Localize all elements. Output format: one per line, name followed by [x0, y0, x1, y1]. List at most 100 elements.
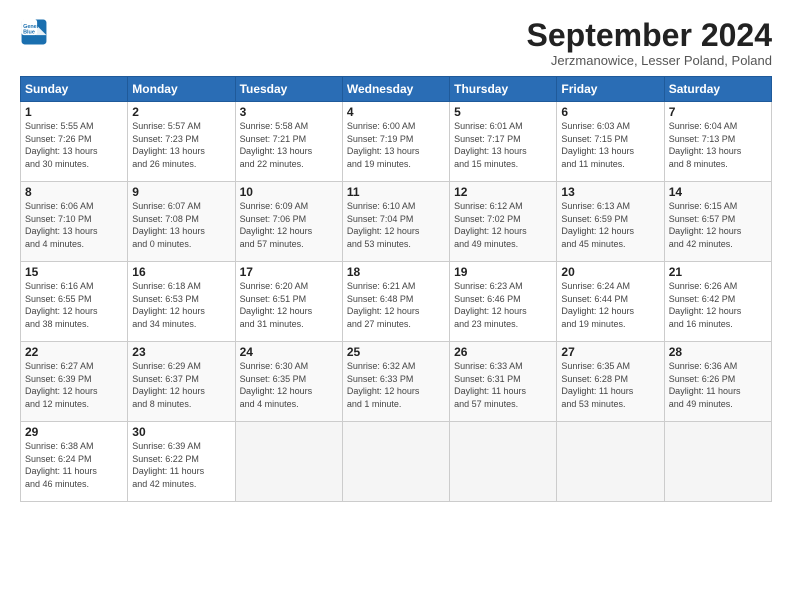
col-friday: Friday	[557, 77, 664, 102]
day-info-line: Daylight: 13 hours	[132, 146, 205, 156]
day-number: 28	[669, 345, 767, 359]
day-number: 11	[347, 185, 445, 199]
table-row	[450, 422, 557, 502]
day-info-line: Sunrise: 6:07 AM	[132, 201, 201, 211]
day-info-line: Sunrise: 6:12 AM	[454, 201, 523, 211]
day-info: Sunrise: 6:20 AMSunset: 6:51 PMDaylight:…	[240, 280, 338, 330]
table-row: 13Sunrise: 6:13 AMSunset: 6:59 PMDayligh…	[557, 182, 664, 262]
day-info-line: Sunset: 6:59 PM	[561, 214, 628, 224]
day-number: 5	[454, 105, 552, 119]
page: General Blue September 2024 Jerzmanowice…	[0, 0, 792, 612]
day-info-line: Daylight: 12 hours	[132, 386, 205, 396]
table-row: 14Sunrise: 6:15 AMSunset: 6:57 PMDayligh…	[664, 182, 771, 262]
day-info-line: Sunrise: 6:23 AM	[454, 281, 523, 291]
day-info: Sunrise: 6:30 AMSunset: 6:35 PMDaylight:…	[240, 360, 338, 410]
day-info-line: Sunrise: 6:36 AM	[669, 361, 738, 371]
day-info-line: Daylight: 13 hours	[25, 146, 98, 156]
day-info-line: Sunset: 6:53 PM	[132, 294, 199, 304]
day-info: Sunrise: 5:55 AMSunset: 7:26 PMDaylight:…	[25, 120, 123, 170]
day-info: Sunrise: 6:12 AMSunset: 7:02 PMDaylight:…	[454, 200, 552, 250]
day-number: 24	[240, 345, 338, 359]
day-number: 3	[240, 105, 338, 119]
day-info-line: Daylight: 12 hours	[561, 306, 634, 316]
title-block: September 2024 Jerzmanowice, Lesser Pola…	[527, 18, 772, 68]
day-info-line: and 22 minutes.	[240, 159, 304, 169]
day-info-line: Sunrise: 6:16 AM	[25, 281, 94, 291]
day-info-line: Sunrise: 6:29 AM	[132, 361, 201, 371]
day-info: Sunrise: 6:06 AMSunset: 7:10 PMDaylight:…	[25, 200, 123, 250]
day-number: 4	[347, 105, 445, 119]
day-info: Sunrise: 5:58 AMSunset: 7:21 PMDaylight:…	[240, 120, 338, 170]
day-info-line: Sunset: 6:33 PM	[347, 374, 414, 384]
day-info-line: Sunset: 7:21 PM	[240, 134, 307, 144]
day-info-line: Sunrise: 5:57 AM	[132, 121, 201, 131]
day-info-line: Daylight: 12 hours	[669, 226, 742, 236]
day-info: Sunrise: 6:33 AMSunset: 6:31 PMDaylight:…	[454, 360, 552, 410]
day-info-line: Sunrise: 6:24 AM	[561, 281, 630, 291]
day-info-line: and 42 minutes.	[669, 239, 733, 249]
month-title: September 2024	[527, 18, 772, 53]
day-info-line: Sunset: 7:19 PM	[347, 134, 414, 144]
table-row: 4Sunrise: 6:00 AMSunset: 7:19 PMDaylight…	[342, 102, 449, 182]
day-info: Sunrise: 6:32 AMSunset: 6:33 PMDaylight:…	[347, 360, 445, 410]
day-info-line: and 30 minutes.	[25, 159, 89, 169]
day-number: 1	[25, 105, 123, 119]
day-info-line: and 12 minutes.	[25, 399, 89, 409]
day-info-line: Daylight: 13 hours	[561, 146, 634, 156]
day-info-line: and 57 minutes.	[454, 399, 518, 409]
day-info-line: Daylight: 11 hours	[25, 466, 97, 476]
day-info-line: Sunset: 7:04 PM	[347, 214, 414, 224]
day-info-line: Sunset: 7:10 PM	[25, 214, 92, 224]
day-number: 27	[561, 345, 659, 359]
day-info-line: Sunrise: 5:58 AM	[240, 121, 309, 131]
table-row: 21Sunrise: 6:26 AMSunset: 6:42 PMDayligh…	[664, 262, 771, 342]
day-info-line: and 4 minutes.	[25, 239, 84, 249]
day-info-line: Daylight: 12 hours	[25, 306, 98, 316]
day-info-line: Sunset: 7:06 PM	[240, 214, 307, 224]
day-info-line: Daylight: 13 hours	[454, 146, 527, 156]
day-info-line: Daylight: 12 hours	[132, 306, 205, 316]
table-row: 8Sunrise: 6:06 AMSunset: 7:10 PMDaylight…	[21, 182, 128, 262]
day-number: 13	[561, 185, 659, 199]
col-sunday: Sunday	[21, 77, 128, 102]
day-info-line: Sunset: 6:51 PM	[240, 294, 307, 304]
day-info-line: Daylight: 12 hours	[240, 386, 313, 396]
day-info-line: Daylight: 12 hours	[454, 306, 527, 316]
table-row	[235, 422, 342, 502]
table-row: 12Sunrise: 6:12 AMSunset: 7:02 PMDayligh…	[450, 182, 557, 262]
day-info-line: Sunset: 6:31 PM	[454, 374, 521, 384]
day-info-line: Sunset: 6:35 PM	[240, 374, 307, 384]
day-info-line: and 38 minutes.	[25, 319, 89, 329]
day-number: 2	[132, 105, 230, 119]
day-info-line: Sunrise: 6:15 AM	[669, 201, 738, 211]
table-row: 24Sunrise: 6:30 AMSunset: 6:35 PMDayligh…	[235, 342, 342, 422]
day-number: 23	[132, 345, 230, 359]
table-row: 26Sunrise: 6:33 AMSunset: 6:31 PMDayligh…	[450, 342, 557, 422]
day-info-line: Sunrise: 6:06 AM	[25, 201, 94, 211]
day-info: Sunrise: 6:26 AMSunset: 6:42 PMDaylight:…	[669, 280, 767, 330]
day-info-line: Sunset: 6:28 PM	[561, 374, 628, 384]
day-info-line: and 11 minutes.	[561, 159, 624, 169]
table-row: 9Sunrise: 6:07 AMSunset: 7:08 PMDaylight…	[128, 182, 235, 262]
subtitle: Jerzmanowice, Lesser Poland, Poland	[527, 53, 772, 68]
day-info: Sunrise: 6:18 AMSunset: 6:53 PMDaylight:…	[132, 280, 230, 330]
day-info-line: Daylight: 13 hours	[669, 146, 742, 156]
day-number: 22	[25, 345, 123, 359]
day-info-line: Sunset: 7:15 PM	[561, 134, 628, 144]
day-number: 18	[347, 265, 445, 279]
day-info-line: Daylight: 12 hours	[240, 226, 313, 236]
day-number: 17	[240, 265, 338, 279]
day-info-line: Daylight: 13 hours	[347, 146, 420, 156]
day-info-line: Sunrise: 6:38 AM	[25, 441, 94, 451]
day-info: Sunrise: 6:04 AMSunset: 7:13 PMDaylight:…	[669, 120, 767, 170]
day-info-line: Sunrise: 6:01 AM	[454, 121, 523, 131]
day-info-line: Sunrise: 6:13 AM	[561, 201, 630, 211]
day-info-line: and 31 minutes.	[240, 319, 304, 329]
day-info-line: and 4 minutes.	[240, 399, 299, 409]
day-info-line: Daylight: 12 hours	[454, 226, 527, 236]
day-info-line: Sunrise: 6:21 AM	[347, 281, 416, 291]
day-info-line: Sunset: 6:48 PM	[347, 294, 414, 304]
day-info-line: Daylight: 12 hours	[347, 386, 420, 396]
day-info: Sunrise: 6:09 AMSunset: 7:06 PMDaylight:…	[240, 200, 338, 250]
header-row: Sunday Monday Tuesday Wednesday Thursday…	[21, 77, 772, 102]
